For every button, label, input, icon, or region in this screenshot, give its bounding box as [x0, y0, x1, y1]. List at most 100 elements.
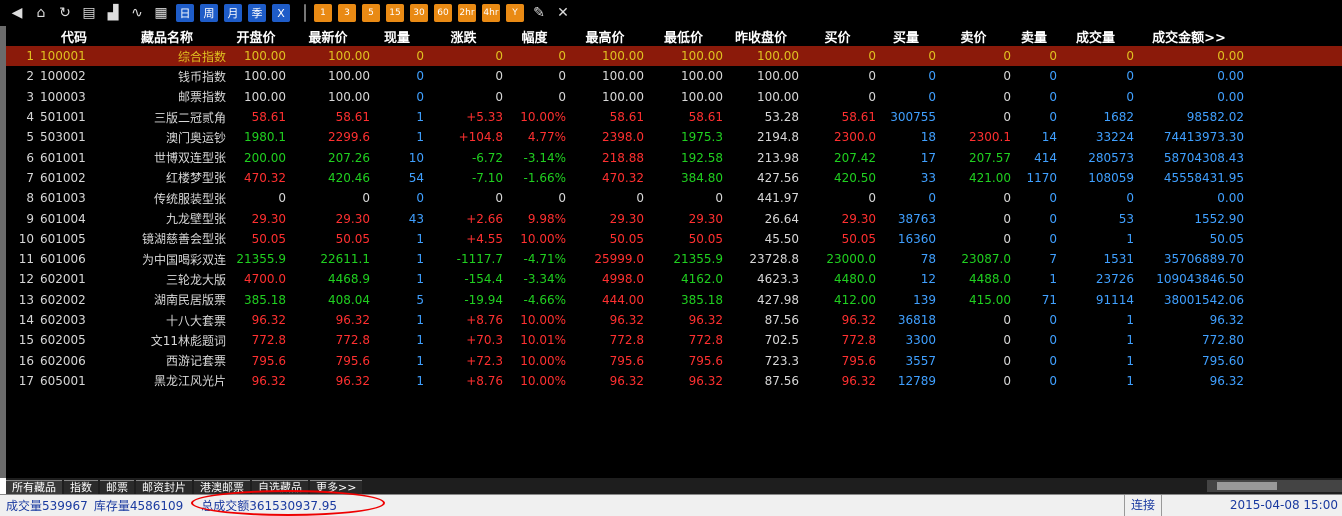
home-icon[interactable]: ⌂ — [32, 4, 50, 22]
cell-code: 602002 — [40, 292, 86, 307]
chart-icon[interactable]: ▟ — [104, 4, 122, 22]
table-row[interactable]: 9 601004 九龙壁型张 29.30 29.30 43 +2.66 9.98% 29.30 2… — [6, 208, 1342, 228]
table-row[interactable]: 4 501001 三版二冠贰角 58.61 58.61 1 +5.33 10.00% 58.61… — [6, 107, 1342, 127]
back-icon[interactable]: ◀ — [8, 4, 26, 22]
tab-2[interactable]: 邮票 — [100, 480, 134, 494]
column-header-tvol[interactable]: 成交量 — [1057, 27, 1134, 46]
column-header-name[interactable]: 藏品名称 — [108, 27, 226, 46]
cell-name: 九龙壁型张 — [165, 212, 226, 227]
cell-bidq: 38763 — [897, 211, 936, 226]
pencil-icon[interactable]: ✎ — [530, 4, 548, 22]
table-row[interactable]: 17 605001 黑龙江风光片 96.32 96.32 1 +8.76 10.00% 96.3… — [6, 371, 1342, 391]
cell-lo: 0 — [715, 191, 723, 206]
column-header-pct[interactable]: 幅度 — [503, 27, 566, 46]
period-60-button[interactable]: 60 — [434, 4, 452, 22]
cell-vol: 1 — [416, 313, 424, 327]
table-row[interactable]: 11 601006 为中国喝彩双连 21355.9 22611.1 1 -1117.7 -4.… — [6, 249, 1342, 269]
scrollbar-thumb[interactable] — [1217, 482, 1277, 490]
day-button[interactable]: 日 — [176, 4, 194, 22]
cell-bid: 50.05 — [841, 231, 876, 246]
table-row[interactable]: 7 601002 红楼梦型张 470.32 420.46 54 -7.10 -1.66% 470… — [6, 168, 1342, 188]
cell-askq: 0 — [1049, 89, 1057, 104]
cell-vol: 54 — [408, 170, 424, 185]
week-button[interactable]: 周 — [200, 4, 218, 22]
cell-code: 602003 — [40, 313, 86, 327]
period-5-button[interactable]: 5 — [362, 4, 380, 22]
table-row[interactable]: 1 100001 综合指数 100.00 100.00 0 0 0 100.00 100.00 10… — [6, 46, 1342, 67]
cell-hi: 2398.0 — [602, 130, 644, 145]
cell-pct: 10.01% — [520, 333, 566, 348]
cell-open: 4700.0 — [244, 272, 286, 287]
cell-chg: -7.10 — [471, 170, 503, 185]
column-header-ask[interactable]: 卖价 — [936, 27, 1011, 46]
cell-askq: 0 — [1049, 353, 1057, 368]
cell-last: 772.8 — [335, 333, 370, 348]
cell-prev: 4623.3 — [757, 272, 799, 287]
cell-chg: +104.8 — [458, 130, 503, 145]
tab-0[interactable]: 所有藏品 — [6, 480, 62, 494]
cell-prev: 45.50 — [764, 231, 799, 246]
quarter-button[interactable]: 季 — [248, 4, 266, 22]
column-header-bidq[interactable]: 买量 — [876, 27, 936, 46]
period-2hr-button[interactable]: 2hr — [458, 4, 476, 22]
cell-tvol: 1 — [1126, 373, 1134, 388]
table-row[interactable]: 6 601001 世博双连型张 200.00 207.26 10 -6.72 -3.14% 21… — [6, 147, 1342, 167]
x-button[interactable]: X — [272, 4, 290, 22]
table-row[interactable]: 10 601005 镜湖慈善会型张 50.05 50.05 1 +4.55 10.00% 50.… — [6, 229, 1342, 249]
cell-pct: 4.77% — [527, 130, 566, 145]
period-3-button[interactable]: 3 — [338, 4, 356, 22]
cell-amt: 0.00 — [1217, 89, 1244, 104]
tab-1[interactable]: 指数 — [64, 480, 98, 494]
column-header-open[interactable]: 开盘价 — [226, 27, 286, 46]
column-header-bid[interactable]: 买价 — [799, 27, 876, 46]
tools-icon[interactable]: ✕ — [554, 4, 572, 22]
table-row[interactable]: 14 602003 十八大套票 96.32 96.32 1 +8.76 10.00% 96.32… — [6, 310, 1342, 330]
cell-lo: 192.58 — [681, 150, 723, 165]
horizontal-scrollbar[interactable] — [1207, 480, 1342, 492]
period-year-button[interactable]: Y — [506, 4, 524, 22]
cell-bidq: 139 — [913, 292, 936, 307]
column-header-chg[interactable]: 涨跌 — [424, 27, 503, 46]
table-row[interactable]: 13 602002 湖南民居版票 385.18 408.04 5 -19.94 -4.66% 4… — [6, 290, 1342, 310]
cell-hi: 4998.0 — [602, 272, 644, 287]
cell-pct: 10.00% — [520, 353, 566, 368]
table-row[interactable]: 5 503001 澳门奥运钞 1980.1 2299.6 1 +104.8 4.77% 2398… — [6, 127, 1342, 147]
period-30-button[interactable]: 30 — [410, 4, 428, 22]
cell-bid: 795.6 — [841, 353, 876, 368]
cell-vol: 10 — [408, 150, 424, 165]
table-row[interactable]: 3 100003 邮票指数 100.00 100.00 0 0 0 100.00 100.00 10… — [6, 87, 1342, 107]
period-4hr-button[interactable]: 4hr — [482, 4, 500, 22]
cell-tvol: 280573 — [1088, 150, 1134, 165]
clipboard-icon[interactable]: ▤ — [80, 4, 98, 22]
cell-code: 602005 — [40, 333, 86, 348]
table-row[interactable]: 16 602006 西游记套票 795.6 795.6 1 +72.3 10.00% 795.6… — [6, 350, 1342, 370]
table-row[interactable]: 2 100002 钱币指数 100.00 100.00 0 0 0 100.00 100.00 10… — [6, 66, 1342, 86]
table-icon[interactable]: ▦ — [152, 4, 170, 22]
cell-bid: 58.61 — [841, 110, 876, 125]
trend-icon[interactable]: ∿ — [128, 4, 146, 22]
column-header-hi[interactable]: 最高价 — [566, 27, 644, 46]
column-header-lo[interactable]: 最低价 — [644, 27, 723, 46]
table-row[interactable]: 15 602005 文11林彪题词 772.8 772.8 1 +70.3 10.01% 772… — [6, 330, 1342, 350]
connection-status[interactable]: 连接 — [1123, 495, 1162, 516]
cell-pct: -3.14% — [523, 150, 566, 165]
column-header-code[interactable]: 代码 — [40, 27, 108, 46]
column-header-vol[interactable]: 现量 — [370, 27, 424, 46]
column-header-askq[interactable]: 卖量 — [1011, 27, 1057, 46]
table-row[interactable]: 12 602001 三轮龙大版 4700.0 4468.9 1 -154.4 -3.34% 49… — [6, 269, 1342, 289]
cell-askq: 1170 — [1026, 170, 1057, 185]
period-1-button[interactable]: 1 — [314, 4, 332, 22]
cell-name: 为中国喝彩双连 — [141, 252, 226, 267]
cell-lo: 50.05 — [688, 231, 723, 246]
month-button[interactable]: 月 — [224, 4, 242, 22]
column-header-last[interactable]: 最新价 — [286, 27, 370, 46]
cell-lo: 772.8 — [688, 333, 723, 348]
tab-3[interactable]: 邮资封片 — [136, 480, 192, 494]
table-row[interactable]: 8 601003 传统服装型张 0 0 0 0 0 0 0 441.97 0 0 0 0 0 0.00 — [6, 188, 1342, 208]
column-header-prev[interactable]: 昨收盘价 — [723, 27, 799, 46]
column-header-amt[interactable]: 成交金额>> — [1134, 27, 1244, 46]
refresh-icon[interactable]: ↻ — [56, 4, 74, 22]
period-15-button[interactable]: 15 — [386, 4, 404, 22]
cell-prev: 87.56 — [764, 373, 799, 388]
cell-chg: 0 — [495, 191, 503, 206]
